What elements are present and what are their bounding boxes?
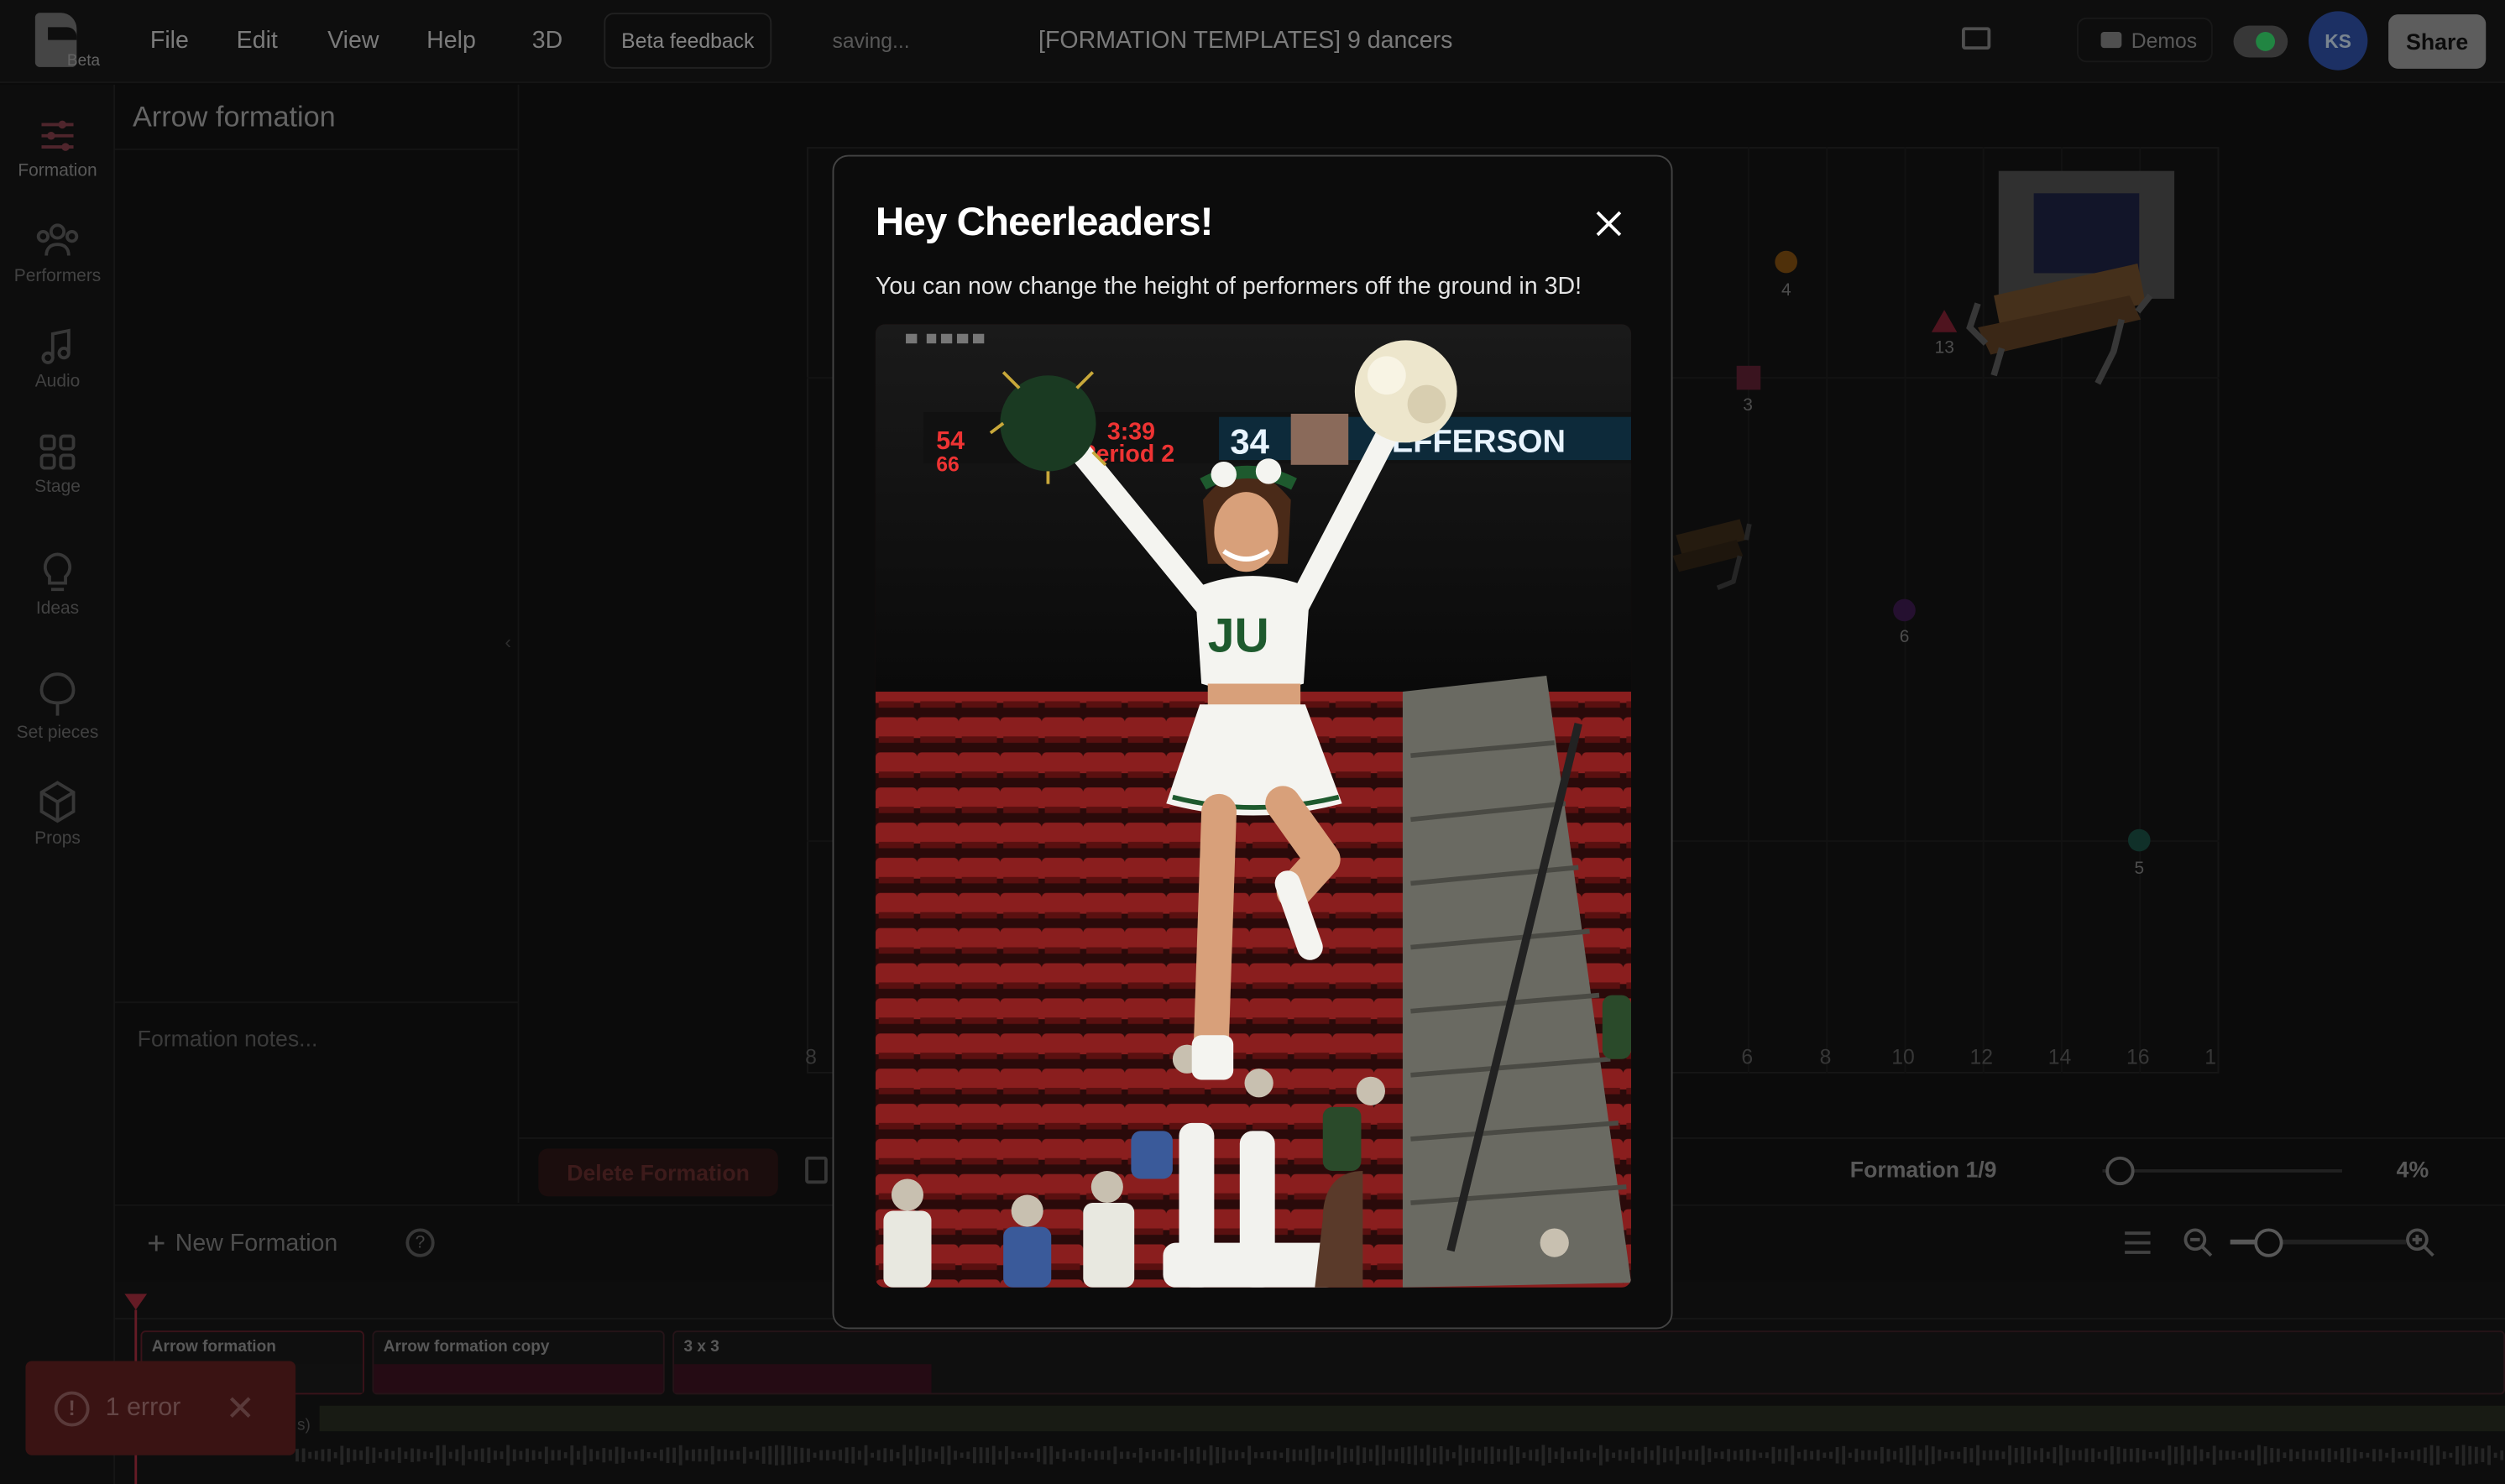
scoreboard-score-b: 66 — [936, 453, 960, 476]
cheerleader-photo: 54 66 3:39 Period 2 34 JEFFERSON JU — [875, 324, 1632, 1288]
photo-illustration: 54 66 3:39 Period 2 34 JEFFERSON JU — [875, 324, 1632, 1288]
close-icon[interactable] — [1587, 201, 1631, 246]
modal-title: Hey Cheerleaders! — [875, 199, 1214, 245]
pom-pom-white — [1354, 340, 1457, 443]
uniform-letters: JU — [1208, 609, 1269, 662]
scoreboard-score-a: 54 — [936, 426, 965, 455]
modal-body: You can now change the height of perform… — [875, 273, 1582, 300]
scoreboard-number: 34 — [1230, 421, 1269, 461]
